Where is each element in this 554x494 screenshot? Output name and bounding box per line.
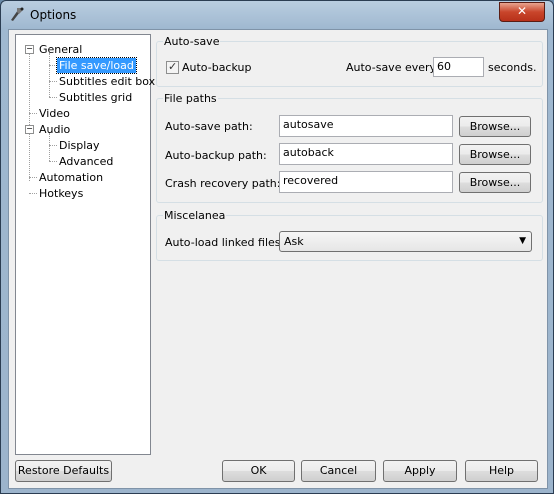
autoload-label: Auto-load linked files:	[165, 236, 285, 249]
misc-group-title: Miscelanea	[163, 209, 227, 222]
collapse-general-icon[interactable]: −	[25, 45, 34, 54]
tree-item-hotkeys[interactable]: Hotkeys	[39, 186, 83, 201]
chevron-down-icon: ▼	[519, 236, 526, 246]
app-icon	[11, 7, 24, 21]
tree-line	[49, 133, 50, 161]
check-icon: ✓	[168, 60, 178, 73]
tree-line	[29, 113, 37, 114]
tree-item-video[interactable]: Video	[39, 106, 70, 121]
tree-item-advanced[interactable]: Advanced	[59, 154, 113, 169]
close-icon: ✕	[516, 4, 528, 18]
apply-button[interactable]: Apply	[383, 460, 457, 482]
auto-backup-checkbox[interactable]: ✓	[166, 60, 179, 74]
tree-item-general[interactable]: General	[39, 42, 82, 57]
tree-line	[29, 177, 37, 178]
tree-item-subtitles-edit-box[interactable]: Subtitles edit box	[59, 74, 155, 89]
tree-line	[49, 97, 57, 98]
ok-button[interactable]: OK	[222, 460, 295, 482]
browse-crash-recovery-button[interactable]: Browse...	[459, 172, 531, 193]
collapse-audio-icon[interactable]: −	[25, 125, 34, 134]
tree-item-subtitles-grid[interactable]: Subtitles grid	[59, 90, 132, 105]
restore-defaults-button[interactable]: Restore Defaults	[15, 460, 112, 482]
autosave-path-label: Auto-save path:	[165, 120, 253, 133]
tree-line	[29, 193, 37, 194]
file-paths-group-title: File paths	[163, 92, 218, 105]
autosave-path-input[interactable]: autosave	[279, 115, 453, 137]
autosave-group-title: Auto-save	[163, 35, 221, 48]
cancel-button[interactable]: Cancel	[301, 460, 376, 482]
dialog-client: − General File save/load Subtitles edit …	[8, 29, 548, 489]
autoload-selected-value: Ask	[284, 235, 304, 248]
browse-autobackup-button[interactable]: Browse...	[459, 144, 531, 165]
auto-backup-label[interactable]: Auto-backup	[182, 61, 251, 74]
tree-item-audio[interactable]: Audio	[39, 122, 70, 137]
autosave-every-label: Auto-save every	[346, 61, 437, 74]
tree-line	[49, 145, 57, 146]
seconds-label: seconds.	[488, 61, 537, 74]
tree-line	[49, 53, 50, 97]
tree-line	[49, 161, 57, 162]
tree-item-display[interactable]: Display	[59, 138, 100, 153]
tree-line	[49, 81, 57, 82]
tree-item-automation[interactable]: Automation	[39, 170, 103, 185]
autobackup-path-label: Auto-backup path:	[165, 149, 267, 162]
window-title: Options	[30, 8, 77, 22]
help-button[interactable]: Help	[465, 460, 538, 482]
autosave-interval-input[interactable]: 60	[433, 57, 484, 77]
options-tree[interactable]: − General File save/load Subtitles edit …	[15, 34, 155, 455]
crash-recovery-path-input[interactable]: recovered	[279, 171, 453, 193]
tree-item-file-save-load[interactable]: File save/load	[56, 57, 137, 74]
options-window: Options ✕ − General File save/load Subti…	[0, 0, 554, 494]
tree-line	[29, 49, 30, 181]
crash-recovery-path-label: Crash recovery path:	[165, 177, 281, 190]
title-bar[interactable]: Options ✕	[1, 1, 553, 29]
tree-line	[49, 65, 57, 66]
autoload-dropdown[interactable]: Ask ▼	[279, 231, 532, 252]
close-button[interactable]: ✕	[499, 2, 545, 22]
browse-autosave-button[interactable]: Browse...	[459, 116, 531, 137]
autobackup-path-input[interactable]: autoback	[279, 143, 453, 165]
